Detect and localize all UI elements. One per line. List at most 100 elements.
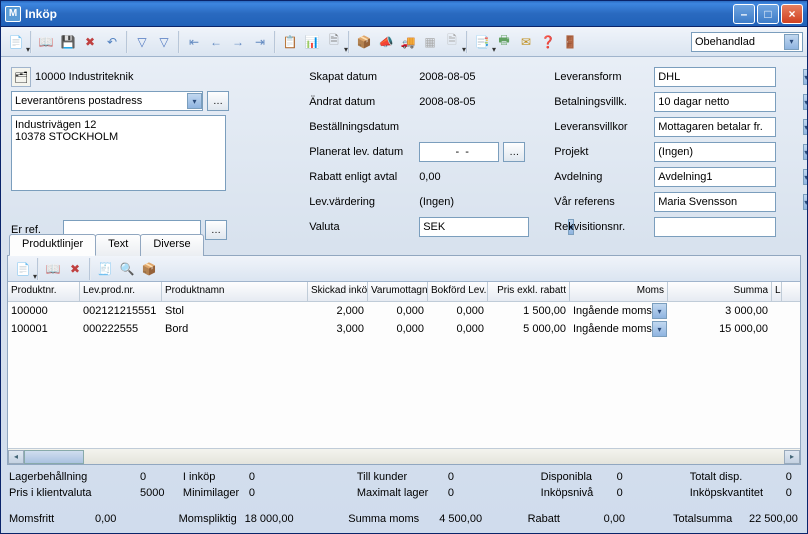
betalvillk-combo[interactable]: ▾ [654,92,776,112]
scroll-left-icon[interactable]: ◂ [8,450,24,464]
line-new-icon[interactable]: 📄 [13,259,33,279]
cell-moms[interactable]: Ingående moms▾ [570,302,668,320]
address-type-value[interactable] [12,95,187,107]
cell-bokford[interactable]: 0,000 [428,302,488,320]
open-icon[interactable]: 📖 [36,32,56,52]
print-icon[interactable]: 🖶 [494,32,514,52]
address-type-combo[interactable]: ▾ [11,91,203,111]
tab-diverse[interactable]: Diverse [140,234,203,256]
address-lookup-button[interactable]: … [207,91,229,111]
tab-panel: 📄 📖 ✖ 🧾 🔍 📦 Produktnr. Lev.prod.nr. Prod… [7,255,801,465]
leveransform-combo[interactable]: ▾ [654,67,776,87]
table-row[interactable]: 100000 002121215551 Stol 2,000 0,000 0,0… [8,302,800,320]
col-bokford[interactable]: Bokförd Lev. [428,282,488,301]
prev-icon[interactable]: ← [206,32,226,52]
col-levprodnr[interactable]: Lev.prod.nr. [80,282,162,301]
projekt-combo[interactable]: ▾ [654,142,776,162]
col-l[interactable]: L [772,282,782,301]
chevron-down-icon[interactable]: ▾ [652,303,667,319]
var-referens-value[interactable] [655,196,803,208]
mail-icon[interactable]: ✉ [516,32,536,52]
cell-produktnamn[interactable]: Bord [162,320,308,338]
status-combo[interactable]: Obehandlad ▾ [691,32,803,52]
horizontal-scrollbar[interactable]: ◂ ▸ [8,448,800,464]
first-icon[interactable]: ⇤ [184,32,204,52]
col-skickad[interactable]: Skickad inköpso [308,282,368,301]
maximize-button[interactable]: □ [757,4,779,24]
cell-skickad[interactable]: 2,000 [308,302,368,320]
supplier-icon[interactable]: 🗂 [11,67,31,87]
betalvillk-value[interactable] [655,96,803,108]
chevron-down-icon: ▾ [187,93,202,109]
line-browse-icon[interactable]: 🔍 [117,259,137,279]
cell-produktnr[interactable]: 100000 [8,302,80,320]
projekt-value[interactable] [655,146,803,158]
address-textarea[interactable] [11,115,226,191]
cell-bokford[interactable]: 0,000 [428,320,488,338]
tab-produktlinjer[interactable]: Produktlinjer [9,234,96,256]
grid-body[interactable]: 100000 002121215551 Stol 2,000 0,000 0,0… [8,302,800,448]
cell-levprodnr[interactable]: 002121215551 [80,302,162,320]
valuta-value[interactable] [420,221,568,233]
last-icon[interactable]: ⇥ [250,32,270,52]
document-icon[interactable]: 📑 [472,32,492,52]
line-delete-icon[interactable]: ✖ [65,259,85,279]
log-icon[interactable]: 🗎 [324,32,344,52]
col-summa[interactable]: Summa [668,282,772,301]
avdelning-combo[interactable]: ▾ [654,167,776,187]
col-varumott[interactable]: Varumottagn [368,282,428,301]
save-icon[interactable]: 💾 [58,32,78,52]
cell-varumott[interactable]: 0,000 [368,302,428,320]
minimize-button[interactable]: – [733,4,755,24]
col-produktnr[interactable]: Produktnr. [8,282,80,301]
cell-produktnr[interactable]: 100001 [8,320,80,338]
line-invoice-icon[interactable]: 🧾 [95,259,115,279]
chevron-down-icon[interactable]: ▾ [652,321,667,337]
line-open-icon[interactable]: 📖 [43,259,63,279]
chevron-down-icon: ▾ [803,144,807,160]
leveransvillkor-combo[interactable]: ▾ [654,117,776,137]
planerat-lev-lookup-button[interactable]: … [503,142,525,162]
planerat-lev-input[interactable] [419,142,499,162]
help-icon[interactable]: ❓ [538,32,558,52]
delete-icon[interactable]: ✖ [80,32,100,52]
line-package-icon[interactable]: 📦 [139,259,159,279]
col-moms[interactable]: Moms [570,282,668,301]
filter-icon[interactable]: ▽ [132,32,152,52]
leveransform-value[interactable] [655,71,803,83]
cell-varumott[interactable]: 0,000 [368,320,428,338]
tab-text[interactable]: Text [95,234,141,256]
new-icon[interactable]: 📄 [6,32,26,52]
undo-icon[interactable]: ↶ [102,32,122,52]
cell-pris[interactable]: 5 000,00 [488,320,570,338]
voice-icon[interactable]: 📣 [376,32,396,52]
var-referens-combo[interactable]: ▾ [654,192,776,212]
col-pris-exkl[interactable]: Pris exkl. rabatt [488,282,570,301]
max-lager-value: 0 [448,487,454,499]
close-button[interactable]: × [781,4,803,24]
copy-icon[interactable]: 📋 [280,32,300,52]
next-icon[interactable]: → [228,32,248,52]
avdelning-value[interactable] [655,171,803,183]
chart-icon[interactable]: 📊 [302,32,322,52]
cell-pris[interactable]: 1 500,00 [488,302,570,320]
momspliktig-value: 18 000,00 [245,513,294,525]
report-icon[interactable]: 🗎 [442,32,462,52]
summa-moms-label: Summa moms [348,513,433,525]
exit-icon[interactable]: 🚪 [560,32,580,52]
autofill-icon[interactable]: 📦 [354,32,374,52]
filter-off-icon[interactable]: ▽ [154,32,174,52]
truck-icon[interactable]: 🚚 [398,32,418,52]
scroll-thumb[interactable] [24,450,84,464]
col-produktnamn[interactable]: Produktnamn [162,282,308,301]
leveransvillkor-value[interactable] [655,121,803,133]
table-row[interactable]: 100001 000222555 Bord 3,000 0,000 0,000 … [8,320,800,338]
cell-moms[interactable]: Ingående moms▾ [570,320,668,338]
cell-summa[interactable]: 15 000,00 [668,320,772,338]
cell-summa[interactable]: 3 000,00 [668,302,772,320]
cell-produktnamn[interactable]: Stol [162,302,308,320]
cell-levprodnr[interactable]: 000222555 [80,320,162,338]
scroll-right-icon[interactable]: ▸ [784,450,800,464]
cell-skickad[interactable]: 3,000 [308,320,368,338]
sheet-icon[interactable]: ▦ [420,32,440,52]
